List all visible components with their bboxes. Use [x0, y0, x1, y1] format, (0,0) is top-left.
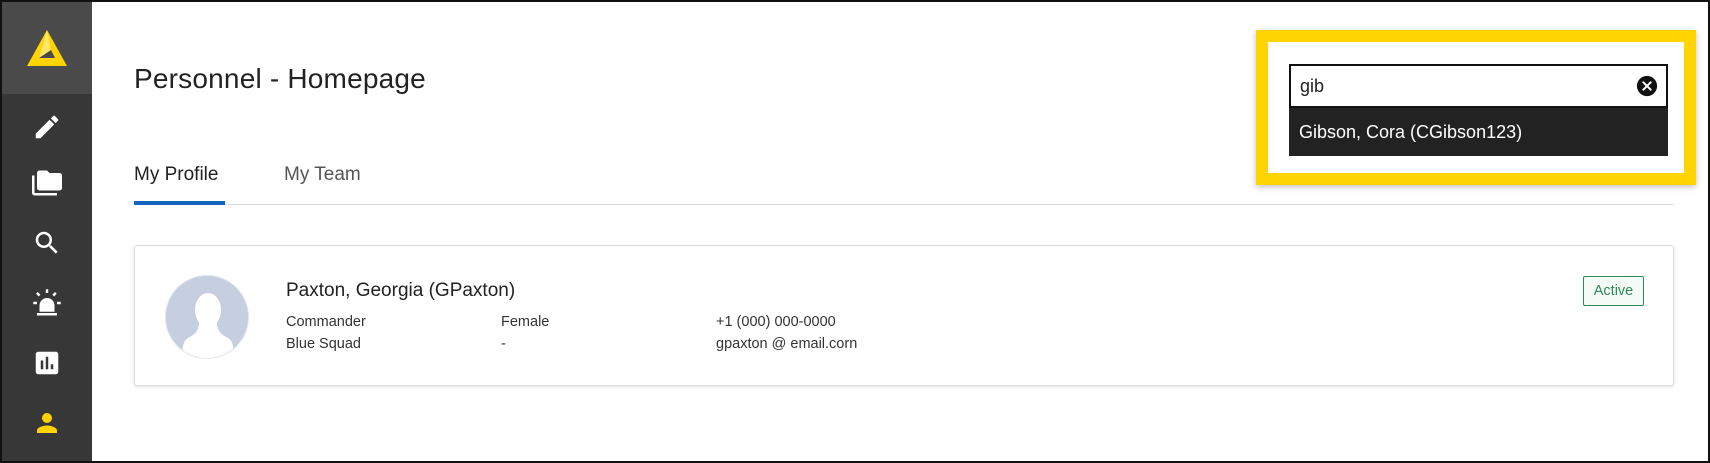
logo[interactable]	[2, 2, 92, 94]
email: gpaxton @ email.corn	[716, 336, 858, 352]
gender-secondary: -	[501, 336, 506, 352]
active-tab-indicator	[134, 201, 225, 205]
pencil-icon	[35, 115, 59, 139]
tab-label: My Profile	[134, 164, 219, 185]
page-title: Personnel - Homepage	[134, 63, 426, 94]
sidebar-item-edit[interactable]	[2, 99, 92, 155]
person-icon	[37, 413, 57, 433]
unit: Blue Squad	[286, 336, 361, 352]
sidebar-item-search[interactable]	[2, 215, 92, 271]
profile-card: Paxton, Georgia (GPaxton) Commander Blue…	[134, 245, 1674, 386]
avatar-silhouette-icon	[166, 276, 248, 358]
sidebar-item-reports[interactable]	[2, 335, 92, 391]
sidebar-item-alerts[interactable]	[2, 275, 92, 331]
search-suggestion-item[interactable]: Gibson, Cora (CGibson123)	[1289, 108, 1668, 156]
avatar	[165, 275, 249, 359]
search-input[interactable]	[1291, 66, 1631, 106]
folders-icon	[32, 170, 62, 196]
phone: +1 (000) 000-0000	[716, 314, 836, 330]
bar-chart-icon	[35, 351, 59, 375]
status-badge: Active	[1583, 276, 1644, 306]
suggestion-label: Gibson, Cora (CGibson123)	[1299, 121, 1523, 142]
sidebar-item-personnel[interactable]	[2, 395, 92, 451]
search-icon	[35, 231, 58, 254]
clear-icon[interactable]	[1636, 75, 1658, 97]
app-frame: Personnel - Homepage My Profile My Team …	[0, 0, 1710, 463]
sidebar-item-files[interactable]	[2, 155, 92, 211]
tab-my-profile[interactable]: My Profile	[134, 152, 218, 205]
personnel-search	[1289, 64, 1668, 108]
rank: Commander	[286, 314, 366, 330]
person-name: Paxton, Georgia (GPaxton)	[286, 280, 516, 301]
alarm-light-icon	[33, 289, 61, 316]
gender: Female	[501, 314, 550, 330]
tab-my-team[interactable]: My Team	[284, 152, 361, 205]
tab-label: My Team	[284, 164, 361, 185]
sidebar	[2, 2, 92, 461]
triangle-logo-icon	[27, 30, 67, 66]
